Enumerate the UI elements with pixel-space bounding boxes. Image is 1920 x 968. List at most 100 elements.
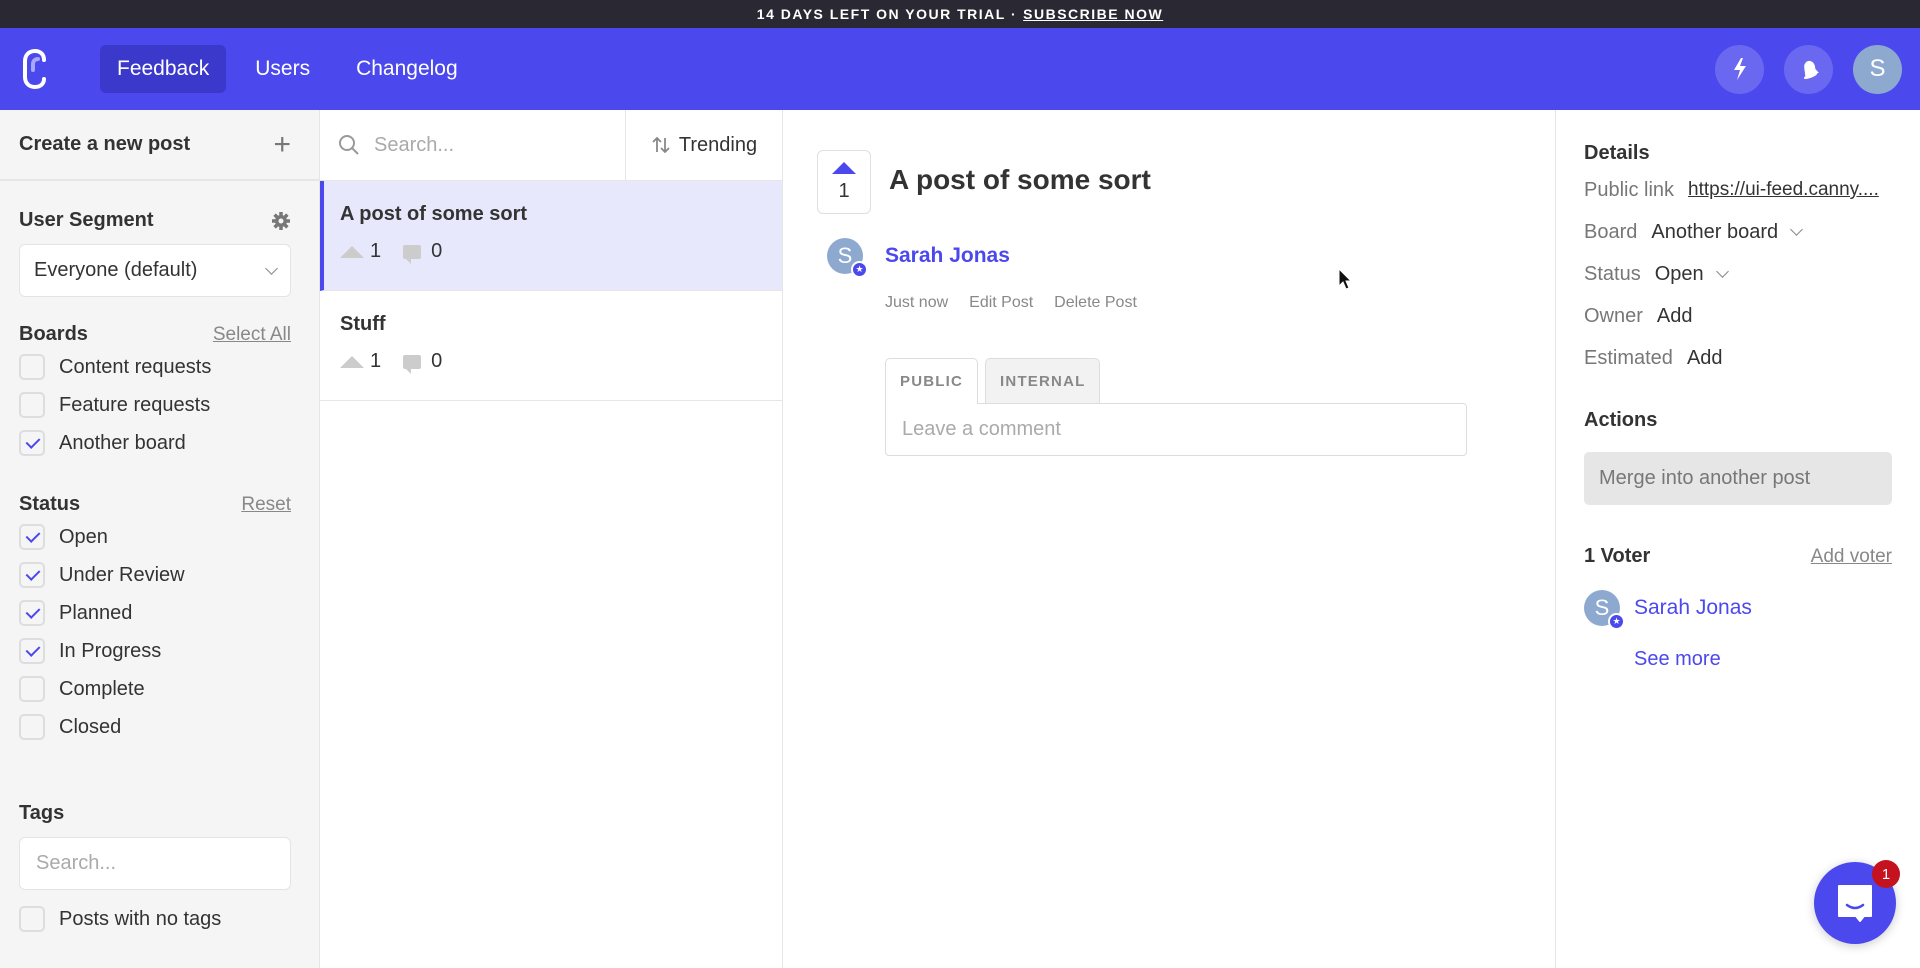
sort-arrows-icon <box>652 136 670 154</box>
status-checkbox-under-review[interactable]: Under Review <box>19 556 291 594</box>
add-voter-link[interactable]: Add voter <box>1811 546 1892 568</box>
checkbox-checked[interactable] <box>19 430 45 456</box>
user-segment-select[interactable]: Everyone (default) <box>19 244 291 297</box>
chat-launcher-button[interactable]: 1 <box>1814 860 1900 944</box>
owner-row: Owner Add <box>1584 295 1892 337</box>
voter-name-link[interactable]: Sarah Jonas <box>1634 596 1752 620</box>
checkbox-label: Closed <box>59 715 122 738</box>
tab-internal[interactable]: INTERNAL <box>985 358 1101 403</box>
checkbox-label: Planned <box>59 601 133 624</box>
edit-post-link[interactable]: Edit Post <box>969 294 1033 312</box>
user-avatar-button[interactable]: S <box>1853 44 1902 94</box>
boards-title: Boards <box>19 323 88 345</box>
autopilot-button[interactable] <box>1715 44 1764 94</box>
status-checkbox-complete[interactable]: Complete <box>19 670 291 708</box>
board-value: Another board <box>1651 220 1779 243</box>
checkbox-label: Complete <box>59 677 145 700</box>
post-title: Stuff <box>340 313 386 335</box>
checkbox-checked[interactable] <box>19 600 45 626</box>
checkbox-label: Another board <box>59 431 186 454</box>
user-segment-section: User Segment Everyone (default) <box>0 209 319 297</box>
see-more-voters-link[interactable]: See more <box>1634 648 1721 671</box>
nav-users[interactable]: Users <box>238 45 327 93</box>
gear-icon[interactable] <box>271 211 291 231</box>
subscribe-now-link[interactable]: SUBSCRIBE NOW <box>1023 6 1163 22</box>
create-post-label: Create a new post <box>19 133 191 155</box>
details-title: Details <box>1584 142 1650 164</box>
delete-post-link[interactable]: Delete Post <box>1054 294 1137 312</box>
avatar-initial: S <box>1594 595 1610 620</box>
status-label: Status <box>1584 262 1641 285</box>
tags-search-input[interactable] <box>19 837 291 890</box>
sort-dropdown[interactable]: Trending <box>626 110 782 180</box>
voter-avatar[interactable]: S ★ <box>1584 590 1625 630</box>
post-vote-count: 1 <box>838 179 850 202</box>
board-checkbox-content-requests[interactable]: Content requests <box>19 348 291 386</box>
add-owner-button[interactable]: Add <box>1657 305 1693 328</box>
posts-with-no-tags-checkbox[interactable]: Posts with no tags <box>19 900 291 938</box>
post-list-header: Trending <box>320 110 782 181</box>
checkbox[interactable] <box>19 392 45 418</box>
status-checkbox-in-progress[interactable]: In Progress <box>19 632 291 670</box>
checkbox[interactable] <box>19 676 45 702</box>
merge-post-button[interactable]: Merge into another post <box>1584 452 1892 505</box>
comment-input[interactable] <box>885 403 1467 456</box>
estimated-label: Estimated <box>1584 346 1673 369</box>
post-list-item[interactable]: Stuff 1 0 <box>320 291 782 401</box>
board-checkbox-another-board[interactable]: Another board <box>19 424 291 462</box>
avatar-initial: S <box>837 243 853 268</box>
post-list: Trending A post of some sort 1 0 Stuff 1… <box>320 110 783 968</box>
create-post-button[interactable]: Create a new post + <box>0 110 319 181</box>
status-checkbox-planned[interactable]: Planned <box>19 594 291 632</box>
status-section: Status Reset Open Under Review Planned I… <box>0 493 319 746</box>
search-icon <box>339 135 359 155</box>
status-checkbox-open[interactable]: Open <box>19 518 291 556</box>
boards-section: Boards Select All Content requests Featu… <box>0 323 319 462</box>
checkbox[interactable] <box>19 714 45 740</box>
post-search-input[interactable] <box>374 133 594 157</box>
public-link[interactable]: https://ui-feed.canny.... <box>1688 179 1879 201</box>
chevron-down-icon <box>1790 223 1804 236</box>
nav-changelog[interactable]: Changelog <box>339 45 475 93</box>
status-checkbox-closed[interactable]: Closed <box>19 708 291 746</box>
checkbox[interactable] <box>19 906 45 932</box>
post-detail-title: A post of some sort <box>889 164 1151 195</box>
checkbox-checked[interactable] <box>19 562 45 588</box>
post-search <box>320 110 626 180</box>
upvote-button[interactable]: 1 <box>817 150 871 214</box>
nav-feedback[interactable]: Feedback <box>100 45 227 93</box>
canny-logo-icon[interactable] <box>18 48 52 90</box>
add-estimate-button[interactable]: Add <box>1687 347 1723 370</box>
upvote-icon <box>340 245 364 258</box>
user-segment-value: Everyone (default) <box>34 259 198 281</box>
chevron-down-icon <box>1715 265 1729 278</box>
upvote-arrow-icon <box>832 161 856 174</box>
author-avatar[interactable]: S ★ <box>827 238 868 278</box>
checkbox[interactable] <box>19 354 45 380</box>
comment-icon <box>403 244 422 264</box>
board-label: Board <box>1584 220 1638 243</box>
chat-notification-badge: 1 <box>1872 860 1900 888</box>
notifications-button[interactable] <box>1784 44 1833 94</box>
author-name-link[interactable]: Sarah Jonas <box>885 244 1010 268</box>
mouse-cursor-icon <box>1338 268 1353 290</box>
actions-title: Actions <box>1584 409 1658 431</box>
checkbox-label: Posts with no tags <box>59 907 222 930</box>
user-segment-title: User Segment <box>19 209 154 231</box>
checkbox-checked[interactable] <box>19 524 45 550</box>
checkbox-checked[interactable] <box>19 638 45 664</box>
reset-status-link[interactable]: Reset <box>241 494 291 516</box>
estimated-row: Estimated Add <box>1584 337 1892 379</box>
voters-title: 1 Voter <box>1584 545 1651 567</box>
select-all-boards-link[interactable]: Select All <box>213 324 291 346</box>
status-dropdown[interactable]: Open <box>1655 263 1729 286</box>
board-dropdown[interactable]: Another board <box>1651 220 1804 244</box>
trial-message: 14 DAYS LEFT ON YOUR TRIAL · <box>756 6 1018 22</box>
board-checkbox-feature-requests[interactable]: Feature requests <box>19 386 291 424</box>
public-link-row: Public link https://ui-feed.canny.... <box>1584 169 1892 211</box>
public-link-label: Public link <box>1584 178 1675 201</box>
post-list-item[interactable]: A post of some sort 1 0 <box>320 181 782 291</box>
chevron-down-icon <box>265 261 278 275</box>
status-row: Status Open <box>1584 253 1892 295</box>
tab-public[interactable]: PUBLIC <box>885 358 979 404</box>
